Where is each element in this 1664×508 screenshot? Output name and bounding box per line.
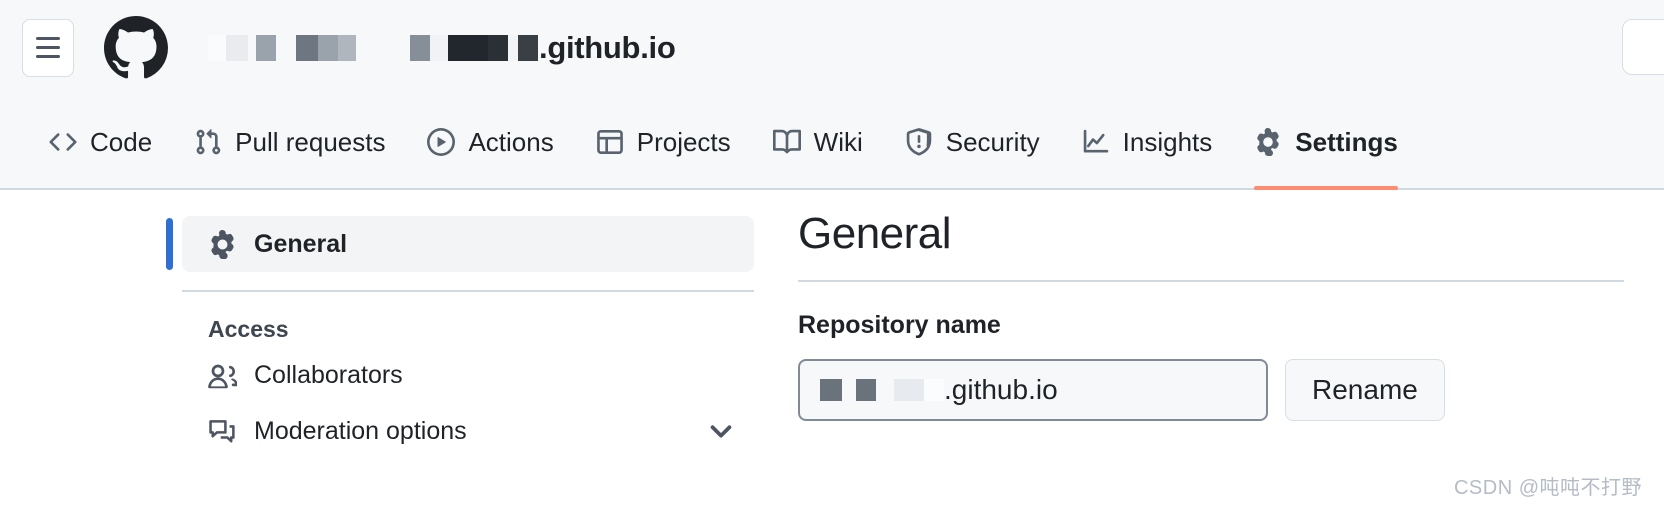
- redacted-owner-name: [208, 34, 538, 61]
- sidebar-group-title-access: Access: [208, 316, 289, 342]
- sidebar-item-moderation-options[interactable]: Moderation options: [182, 403, 754, 459]
- sidebar-item-label: General: [254, 229, 348, 258]
- redacted-repo-owner: [820, 378, 944, 401]
- git-pull-request-icon: [194, 128, 222, 156]
- app-header: .github.io: [0, 0, 1664, 95]
- book-icon: [772, 128, 801, 156]
- people-icon: [208, 361, 237, 390]
- settings-main-panel: General Repository name .github.io Renam…: [790, 190, 1664, 508]
- tab-projects[interactable]: Projects: [575, 95, 752, 188]
- repository-name-input[interactable]: .github.io: [798, 358, 1268, 421]
- breadcrumb[interactable]: .github.io: [208, 28, 676, 68]
- tab-label: Actions: [468, 126, 554, 157]
- sidebar-item-collaborators[interactable]: Collaborators: [182, 347, 754, 403]
- chevron-down-icon[interactable]: [706, 416, 736, 446]
- repo-nav-tabs: Code Pull requests Actions Projects Wiki…: [0, 95, 1664, 190]
- sidebar-item-general[interactable]: General: [166, 216, 754, 272]
- page-title: General: [798, 209, 952, 258]
- tab-wiki[interactable]: Wiki: [752, 95, 884, 188]
- comment-discussion-icon: [208, 417, 237, 446]
- table-icon: [596, 128, 624, 156]
- tab-insights[interactable]: Insights: [1061, 95, 1234, 188]
- title-divider: [798, 279, 1624, 282]
- search-box-partial[interactable]: [1622, 19, 1664, 75]
- tab-label: Code: [90, 126, 153, 157]
- gear-icon: [1254, 127, 1282, 156]
- repository-name-row: .github.io Rename: [798, 358, 1624, 421]
- graph-icon: [1082, 128, 1110, 156]
- menu-icon[interactable]: [22, 18, 74, 77]
- repository-name-value: .github.io: [944, 373, 1058, 405]
- code-icon: [49, 128, 77, 156]
- menu-bar: [36, 37, 60, 40]
- tab-label: Wiki: [813, 126, 863, 157]
- repository-name-label: Repository name: [798, 310, 1001, 339]
- tab-label: Projects: [636, 126, 731, 157]
- tab-actions[interactable]: Actions: [406, 95, 574, 188]
- tab-settings[interactable]: Settings: [1233, 95, 1419, 190]
- github-logo-icon[interactable]: [104, 15, 168, 80]
- watermark: CSDN @吨吨不打野: [1453, 477, 1642, 499]
- tab-label: Settings: [1295, 126, 1398, 157]
- menu-bar: [36, 46, 60, 49]
- menu-bar: [36, 55, 60, 58]
- tab-security[interactable]: Security: [884, 95, 1061, 188]
- tab-pull-requests[interactable]: Pull requests: [173, 95, 406, 188]
- tab-label: Insights: [1122, 126, 1213, 157]
- tab-label: Security: [945, 126, 1040, 157]
- gear-icon: [208, 229, 237, 259]
- play-circle-icon: [427, 127, 456, 156]
- sidebar-item-label: Collaborators: [254, 360, 403, 389]
- page-body: General Access Collaborators Moderation …: [0, 190, 1664, 508]
- tab-code[interactable]: Code: [28, 95, 173, 188]
- sidebar-item-label: Moderation options: [254, 416, 467, 445]
- shield-alert-icon: [905, 127, 933, 156]
- tab-label: Pull requests: [235, 126, 386, 157]
- settings-sidebar: General Access Collaborators Moderation …: [0, 190, 790, 508]
- rename-button[interactable]: Rename: [1285, 358, 1445, 421]
- repo-name-suffix: .github.io: [539, 30, 676, 65]
